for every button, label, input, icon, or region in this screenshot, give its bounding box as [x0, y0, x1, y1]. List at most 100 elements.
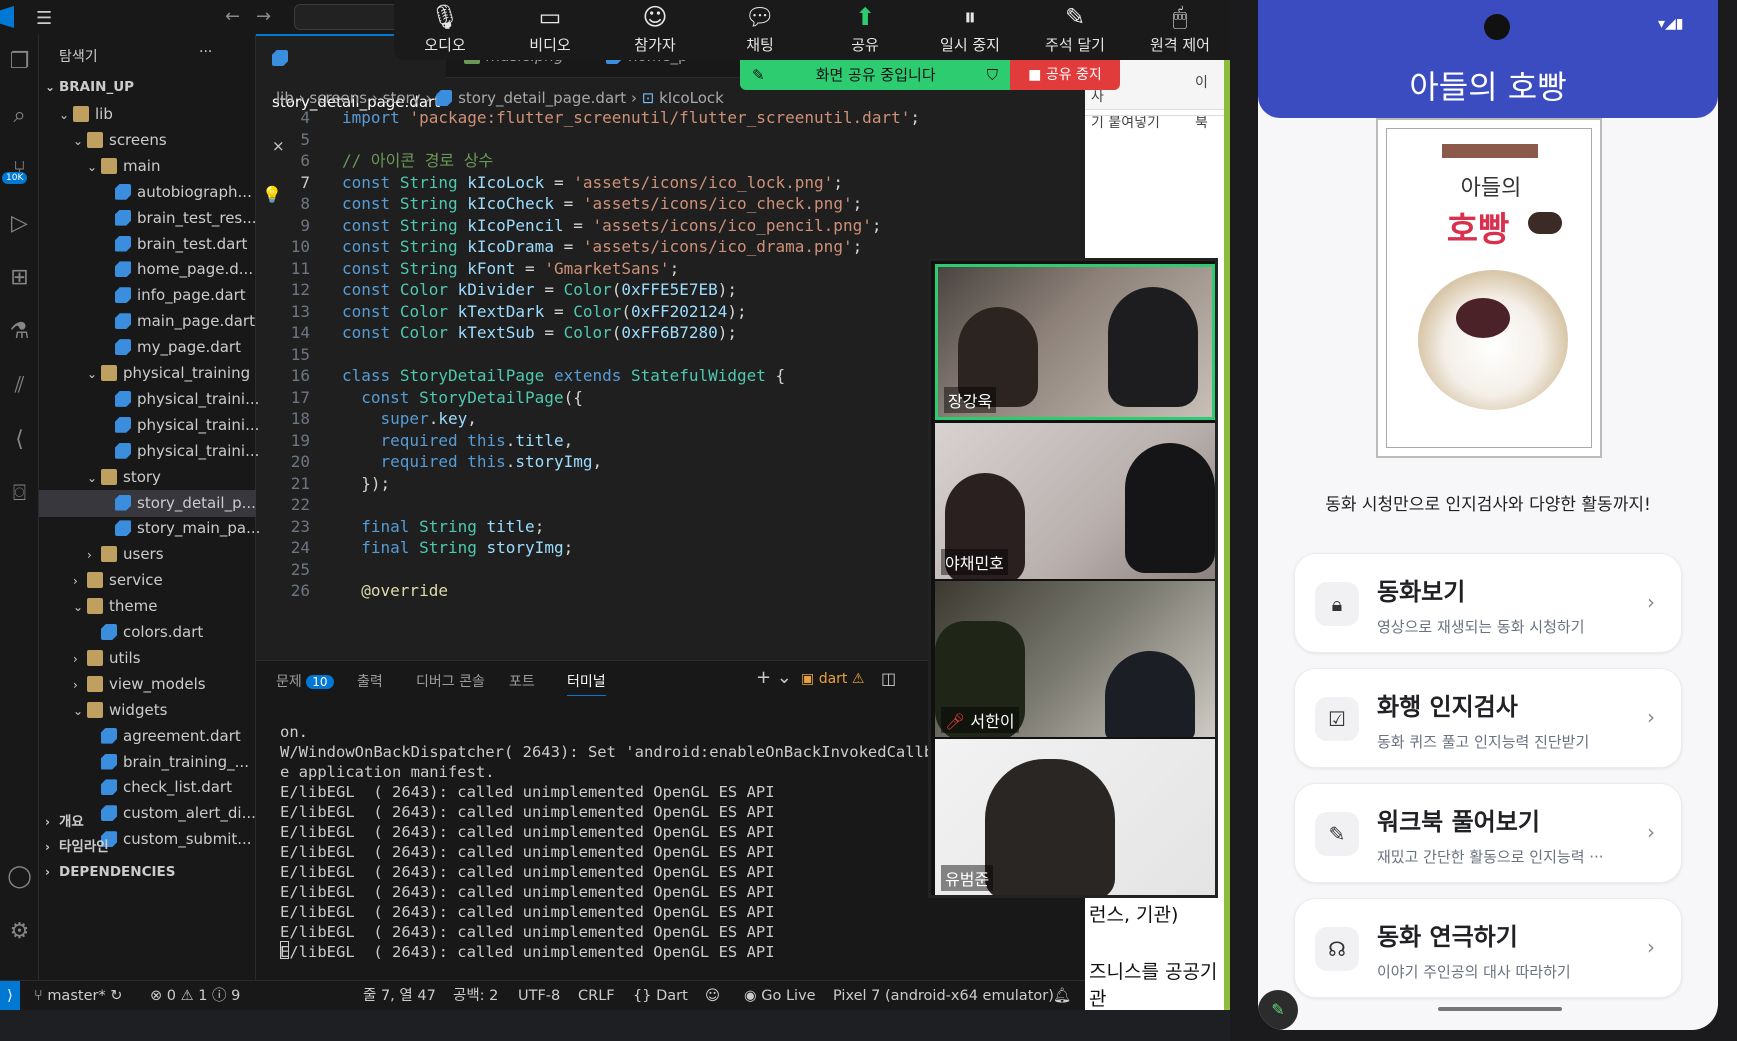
stop-share-button[interactable]: ■ 공유 중지: [1010, 60, 1120, 90]
tree-item[interactable]: physical_traini...: [101, 412, 259, 439]
lightbulb-icon[interactable]: 💡: [262, 185, 282, 204]
video-tile[interactable]: 🎤︎ 서한이: [935, 581, 1215, 737]
breadcrumb-item[interactable]: story_detail_page.dart: [458, 89, 626, 107]
tree-item[interactable]: main_page.dart: [101, 308, 255, 335]
testing-icon[interactable]: ⚗: [0, 304, 39, 358]
tree-item[interactable]: ⌄ screens: [73, 127, 167, 154]
breadcrumb-item[interactable]: screens: [309, 89, 367, 107]
breadcrumb-item[interactable]: kIcoLock: [659, 89, 724, 107]
code-line[interactable]: 15: [256, 343, 342, 367]
code-line[interactable]: 10 const String kIcoDrama = 'assets/icons…: [256, 235, 862, 259]
tree-item[interactable]: colors.dart: [87, 619, 203, 646]
timeline-section[interactable]: › 타임라인: [45, 834, 109, 861]
zoom-button-1[interactable]: ▭ 비디오: [505, 0, 595, 60]
tab-output[interactable]: 출력: [357, 671, 383, 691]
tab-terminal[interactable]: 터미널: [567, 671, 606, 696]
zoom-button-2[interactable]: ☺ 참가자: [610, 0, 700, 60]
code-line[interactable]: 18 super.key,: [256, 407, 477, 431]
search-icon[interactable]: ⌕: [0, 88, 39, 142]
device-selector[interactable]: Pixel 7 (android-x64 emulator): [833, 981, 1054, 1010]
cursor-position[interactable]: 줄 7, 열 47: [363, 981, 436, 1010]
tree-item[interactable]: ⌄ lib: [59, 101, 113, 128]
tree-item[interactable]: › view_models: [73, 671, 206, 698]
source-control-icon[interactable]: ⑂ 10K: [0, 142, 39, 196]
tree-item[interactable]: ⌄ story: [87, 464, 161, 491]
remote-explorer-icon[interactable]: ⌼: [0, 466, 39, 520]
tree-item[interactable]: info_page.dart: [101, 282, 246, 309]
tree-item[interactable]: › utils: [73, 645, 141, 672]
zoom-button-5[interactable]: ⏸︎ 일시 중지: [925, 0, 1015, 60]
copilot-icon[interactable]: ☺: [705, 981, 720, 1010]
tab-ports[interactable]: 포트: [509, 671, 535, 691]
code-line[interactable]: 13 const Color kTextDark = Color(0xFF2021…: [256, 300, 747, 324]
code-line[interactable]: 25: [256, 558, 342, 582]
flutter-outline-icon[interactable]: ⟨: [0, 412, 39, 466]
language-mode[interactable]: {} Dart: [633, 981, 688, 1010]
tree-item[interactable]: agreement.dart: [87, 723, 241, 750]
code-line[interactable]: 20 required this.storyImg,: [256, 450, 602, 474]
code-line[interactable]: 16 class StoryDetailPage extends Stateful…: [256, 364, 785, 388]
split-terminal-icon[interactable]: ◫: [881, 669, 896, 688]
menu-card[interactable]: ☊ 동화 연극하기 이야기 주인공의 대사 따라하기 ›: [1294, 898, 1682, 998]
code-line[interactable]: 21 });: [256, 472, 390, 496]
tree-item[interactable]: ⌄ theme: [73, 593, 157, 620]
tree-item[interactable]: ⌄ main: [87, 153, 160, 180]
tree-item[interactable]: physical_traini...: [101, 386, 259, 413]
breadcrumb-item[interactable]: story: [383, 89, 421, 107]
forward-arrow-icon[interactable]: →: [256, 6, 271, 27]
new-terminal-icon[interactable]: + ⌄: [756, 667, 792, 688]
tree-item[interactable]: ⌄ physical_training: [87, 360, 250, 387]
account-icon[interactable]: ◯: [0, 864, 39, 889]
tree-item[interactable]: › users: [87, 541, 164, 568]
tree-item[interactable]: brain_training_...: [87, 749, 249, 776]
tree-item[interactable]: home_page.d...: [101, 256, 253, 283]
tree-item[interactable]: brain_test.dart: [101, 231, 247, 258]
menu-card[interactable]: 🔒︎ 동화보기 영상으로 재생되는 동화 시청하기 ›: [1294, 553, 1682, 653]
tree-item[interactable]: story_main_pa...: [101, 515, 260, 542]
outline-section[interactable]: › 개요: [45, 809, 84, 836]
terminal-dart[interactable]: ▣ dart ⚠: [801, 671, 864, 687]
indent-spaces[interactable]: 공백: 2: [453, 981, 498, 1010]
code-line[interactable]: 4 import 'package:flutter_screenutil/flut…: [256, 106, 920, 130]
video-tile[interactable]: 유범준: [935, 739, 1215, 895]
code-line[interactable]: 26 @override: [256, 579, 448, 603]
command-center[interactable]: [294, 4, 404, 30]
remote-icon[interactable]: ⟩: [0, 981, 20, 1010]
go-live[interactable]: ◉ Go Live: [744, 981, 816, 1010]
tree-item[interactable]: ⌄ widgets: [73, 697, 167, 724]
run-debug-icon[interactable]: ▷: [0, 196, 39, 250]
code-line[interactable]: 19 required this.title,: [256, 429, 573, 453]
code-line[interactable]: 23 final String title;: [256, 515, 545, 539]
code-line[interactable]: 12 const Color kDivider = Color(0xFFE5E7E…: [256, 278, 737, 302]
tree-item[interactable]: check_list.dart: [87, 774, 232, 801]
tree-item[interactable]: custom_submit...: [87, 826, 252, 853]
code-line[interactable]: 17 const StoryDetailPage({: [256, 386, 583, 410]
tree-item[interactable]: physical_traini...: [101, 438, 259, 465]
book-cover[interactable]: 아들의 호빵: [1376, 118, 1602, 458]
dependencies-section[interactable]: › DEPENDENCIES: [45, 859, 175, 886]
code-line[interactable]: 9 const String kIcoPencil = 'assets/icons…: [256, 214, 881, 238]
breadcrumb-item[interactable]: lib: [276, 89, 294, 107]
zoom-button-7[interactable]: 🖱︎ 원격 제어: [1135, 0, 1225, 60]
video-tile[interactable]: 장강욱: [935, 264, 1215, 420]
edit-fab-icon[interactable]: ✎: [1258, 990, 1298, 1030]
settings-gear-icon[interactable]: ⚙: [0, 919, 39, 944]
explorer-more-button[interactable]: ···: [199, 44, 212, 60]
tree-item[interactable]: my_page.dart: [101, 334, 241, 361]
tree-item[interactable]: brain_test_res...: [101, 205, 257, 232]
tab-debug-console[interactable]: 디버그 콘솔: [416, 671, 485, 691]
tree-item[interactable]: autobiograph...: [101, 179, 252, 206]
code-line[interactable]: 7 const String kIcoLock = 'assets/icons/i…: [256, 171, 843, 195]
zoom-button-4[interactable]: ⬆ 공유: [820, 0, 910, 60]
code-line[interactable]: 6 // 아이콘 경로 상수: [256, 149, 493, 173]
encoding[interactable]: UTF-8: [518, 981, 560, 1010]
zoom-button-6[interactable]: ✎ 주석 달기: [1030, 0, 1120, 60]
tree-item[interactable]: story_detail_p...: [39, 489, 256, 517]
code-line[interactable]: 8 const String kIcoCheck = 'assets/icons/…: [256, 192, 862, 216]
video-tile[interactable]: 야채민호: [935, 423, 1215, 579]
code-line[interactable]: 24 final String storyImg;: [256, 536, 573, 560]
notifications-bell-icon[interactable]: 🔔︎: [1053, 981, 1071, 1010]
zoom-button-3[interactable]: 💬︎ 채팅: [715, 0, 805, 60]
explorer-icon[interactable]: ❐: [0, 34, 39, 88]
line-ending[interactable]: CRLF: [578, 981, 615, 1010]
